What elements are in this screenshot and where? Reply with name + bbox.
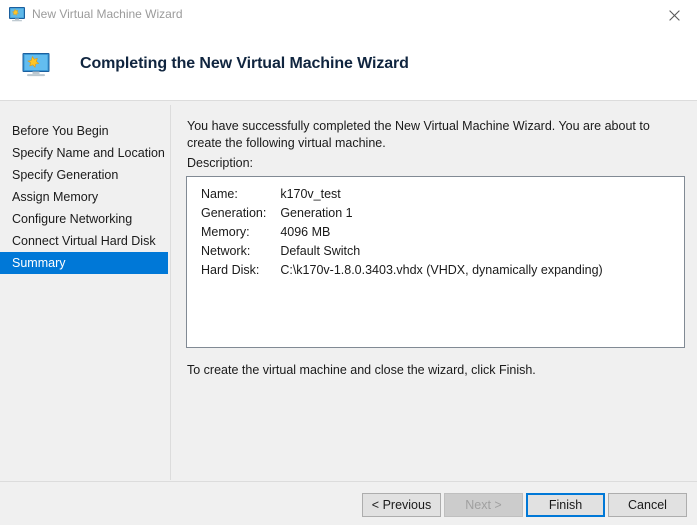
title-bar: New Virtual Machine Wizard [0,0,697,30]
wizard-body: Before You Begin Specify Name and Locati… [0,101,697,481]
previous-button[interactable]: < Previous [362,493,441,517]
summary-label: Name: [201,186,280,205]
summary-value: C:\k170v-1.8.0.3403.vhdx (VHDX, dynamica… [280,262,602,281]
cancel-button[interactable]: Cancel [608,493,687,517]
wizard-content-pane: You have successfully completed the New … [171,101,697,481]
sidebar-item-label: Assign Memory [12,190,98,204]
sidebar-item-specify-generation[interactable]: Specify Generation [0,164,168,186]
summary-label: Hard Disk: [201,262,280,281]
description-label: Description: [187,156,253,170]
finish-button[interactable]: Finish [526,493,605,517]
summary-label: Memory: [201,224,280,243]
summary-label: Generation: [201,205,280,224]
sidebar-item-label: Configure Networking [12,212,132,226]
virtual-machine-monitor-icon [22,53,50,78]
sidebar-item-specify-name-and-location[interactable]: Specify Name and Location [0,142,168,164]
wizard-header: Completing the New Virtual Machine Wizar… [0,30,697,101]
sidebar-item-before-you-begin[interactable]: Before You Begin [0,120,168,142]
sidebar-item-summary[interactable]: Summary [0,252,168,274]
table-row: Network: Default Switch [201,243,603,262]
sidebar-item-label: Summary [12,256,65,270]
new-virtual-machine-wizard-dialog: New Virtual Machine Wizard Completing th… [0,0,697,525]
sidebar-item-label: Specify Generation [12,168,118,182]
table-row: Generation: Generation 1 [201,205,603,224]
summary-table: Name: k170v_test Generation: Generation … [201,186,603,281]
summary-value: k170v_test [280,186,602,205]
table-row: Memory: 4096 MB [201,224,603,243]
description-box: Name: k170v_test Generation: Generation … [186,176,685,348]
close-icon[interactable] [651,0,697,30]
page-title: Completing the New Virtual Machine Wizar… [80,55,409,73]
summary-value: 4096 MB [280,224,602,243]
sidebar-item-connect-virtual-hard-disk[interactable]: Connect Virtual Hard Disk [0,230,168,252]
intro-text: You have successfully completed the New … [187,118,657,152]
sidebar-item-assign-memory[interactable]: Assign Memory [0,186,168,208]
wizard-step-list: Before You Begin Specify Name and Locati… [0,101,170,481]
wizard-footer: < Previous Next > Finish Cancel [0,481,697,525]
next-button[interactable]: Next > [444,493,523,517]
sidebar-item-label: Connect Virtual Hard Disk [12,234,156,248]
table-row: Name: k170v_test [201,186,603,205]
sidebar-item-label: Before You Begin [12,124,109,138]
outro-text: To create the virtual machine and close … [187,363,536,377]
virtual-machine-monitor-icon [9,7,25,22]
window-title: New Virtual Machine Wizard [32,6,183,23]
sidebar-item-configure-networking[interactable]: Configure Networking [0,208,168,230]
sidebar-item-label: Specify Name and Location [12,146,165,160]
table-row: Hard Disk: C:\k170v-1.8.0.3403.vhdx (VHD… [201,262,603,281]
summary-value: Generation 1 [280,205,602,224]
summary-value: Default Switch [280,243,602,262]
summary-label: Network: [201,243,280,262]
